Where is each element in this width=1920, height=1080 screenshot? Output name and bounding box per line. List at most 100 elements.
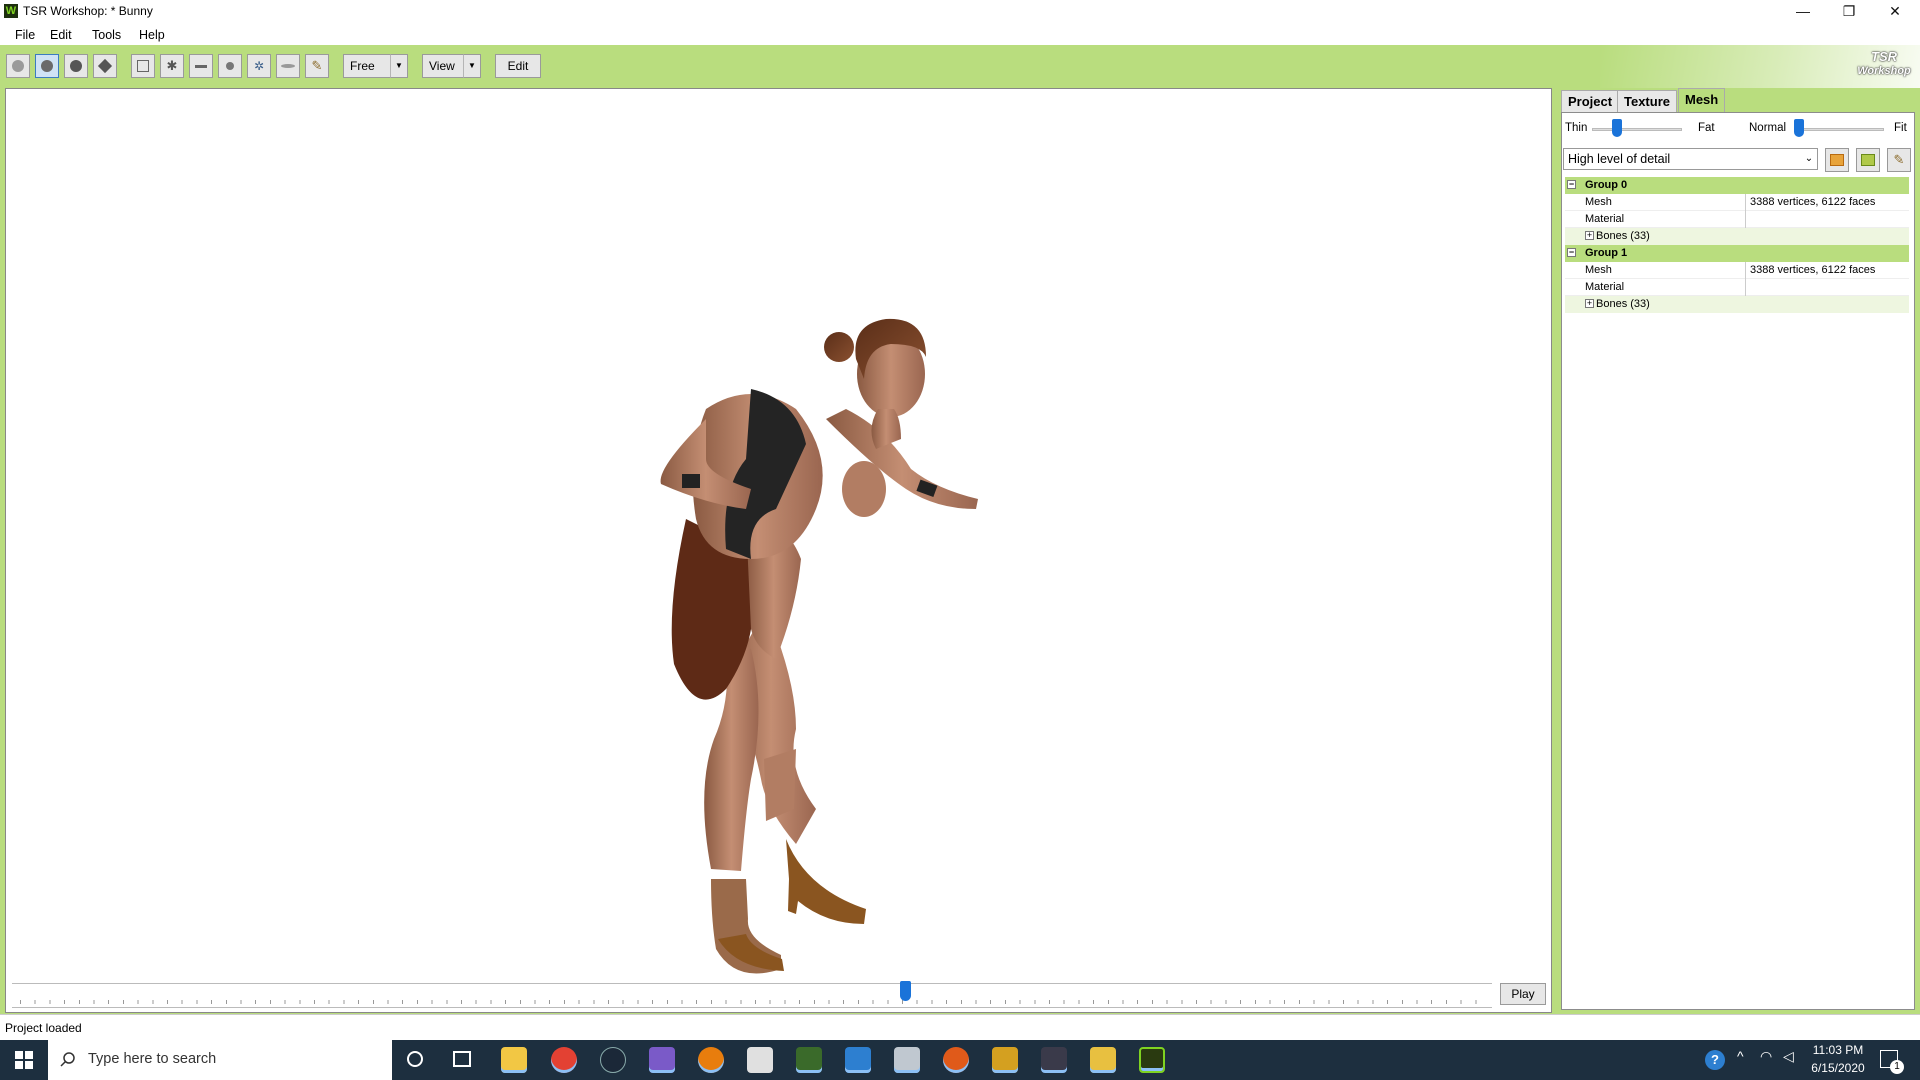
shading-smooth-button[interactable] — [35, 54, 59, 78]
tool-app-icon[interactable] — [894, 1047, 920, 1073]
3d-viewport[interactable] — [5, 88, 1552, 980]
property-row[interactable]: Mesh 3388 vertices, 6122 faces — [1565, 194, 1909, 211]
view-dropdown-arrow[interactable]: ▼ — [463, 54, 481, 78]
clock-date[interactable]: 6/15/2020 — [1803, 1061, 1873, 1075]
property-value — [1745, 211, 1909, 228]
property-value — [1745, 279, 1909, 296]
property-name: Mesh — [1585, 196, 1612, 208]
property-name: Material — [1585, 281, 1625, 293]
timeline-slider[interactable] — [12, 983, 1492, 1008]
bones-row[interactable]: + Bones (33) — [1565, 228, 1909, 245]
diamond-icon — [97, 58, 113, 74]
restore-button[interactable]: ❐ — [1826, 0, 1872, 22]
origin-icon[interactable] — [943, 1047, 969, 1073]
chevron-down-icon[interactable]: ⌄ — [1800, 148, 1818, 170]
sphere-flat-icon — [12, 60, 24, 72]
timeline-thumb[interactable] — [900, 981, 911, 1001]
photos-icon[interactable] — [845, 1047, 871, 1073]
property-row[interactable]: Material — [1565, 211, 1909, 228]
light-toggle-button[interactable] — [218, 54, 242, 78]
expand-icon[interactable]: + — [1585, 299, 1594, 308]
minimize-button[interactable]: — — [1780, 0, 1826, 22]
shield-app-icon[interactable] — [1041, 1047, 1067, 1073]
menu-edit[interactable]: Edit — [50, 28, 72, 42]
normal-fit-slider[interactable] — [1794, 128, 1884, 131]
clock-time[interactable]: 11:03 PM — [1808, 1043, 1868, 1057]
skeleton-toggle-button[interactable]: ✱ — [160, 54, 184, 78]
steam-icon[interactable] — [600, 1047, 626, 1073]
fit-label: Fit — [1894, 122, 1907, 134]
property-row[interactable]: Mesh 3388 vertices, 6122 faces — [1565, 262, 1909, 279]
shading-flat-button[interactable] — [6, 54, 30, 78]
cortana-icon[interactable] — [407, 1051, 423, 1067]
property-row[interactable]: Material — [1565, 279, 1909, 296]
group-header[interactable]: − Group 1 — [1565, 245, 1909, 262]
normal-fit-slider-thumb[interactable] — [1794, 119, 1804, 137]
play-button[interactable]: Play — [1500, 983, 1546, 1005]
menu-help[interactable]: Help — [139, 28, 165, 42]
camera-mode-dropdown[interactable]: Free — [343, 54, 391, 78]
pencil-icon: ✎ — [311, 58, 323, 73]
tab-texture[interactable]: Texture — [1617, 90, 1677, 112]
windows-icon — [15, 1051, 33, 1069]
bones-label: Bones (33) — [1596, 298, 1650, 310]
timeline-ticks — [20, 1000, 1490, 1004]
task-view-icon[interactable] — [453, 1051, 471, 1067]
export-mesh-button[interactable] — [1856, 148, 1880, 172]
bones-row[interactable]: + Bones (33) — [1565, 296, 1909, 313]
bones-toggle-button[interactable]: ✲ — [247, 54, 271, 78]
shading-textured-button[interactable] — [64, 54, 88, 78]
tool-button[interactable]: ✎ — [305, 54, 329, 78]
property-value: 3388 vertices, 6122 faces — [1745, 194, 1909, 211]
grid-toggle-button[interactable] — [131, 54, 155, 78]
menu-tools[interactable]: Tools — [92, 28, 121, 42]
title-bar — [0, 0, 1920, 22]
collapse-icon[interactable]: − — [1567, 180, 1576, 189]
thin-fat-slider-thumb[interactable] — [1612, 119, 1622, 137]
app-cube-icon[interactable] — [747, 1047, 773, 1073]
model-right-shoe — [786, 839, 866, 924]
thin-fat-slider[interactable] — [1592, 128, 1682, 131]
tab-project[interactable]: Project — [1561, 90, 1620, 112]
sphere-textured-icon — [70, 60, 82, 72]
floor-icon — [195, 64, 207, 68]
group-header[interactable]: − Group 0 — [1565, 177, 1909, 194]
shading-wire-button[interactable] — [93, 54, 117, 78]
network-icon[interactable]: ◠ — [1760, 1048, 1772, 1065]
import-mesh-button[interactable] — [1825, 148, 1849, 172]
tsr-workshop-taskbar-icon[interactable] — [1139, 1047, 1165, 1073]
edit-mesh-button[interactable]: ✎ — [1887, 148, 1911, 172]
bones-label: Bones (33) — [1596, 230, 1650, 242]
chevron-up-icon[interactable]: ^ — [1737, 1048, 1744, 1064]
close-button[interactable]: ✕ — [1872, 0, 1918, 22]
camera-mode-arrow[interactable]: ▼ — [390, 54, 408, 78]
import-icon — [1830, 154, 1844, 166]
tab-mesh[interactable]: Mesh — [1678, 88, 1726, 112]
group-name: Group 1 — [1585, 247, 1628, 259]
shadow-toggle-button[interactable] — [276, 54, 300, 78]
property-name: Mesh — [1585, 264, 1612, 276]
blender-icon[interactable] — [698, 1047, 724, 1073]
app-flag-icon[interactable] — [796, 1047, 822, 1073]
grid-icon — [137, 60, 149, 72]
volume-icon[interactable]: ◁ — [1783, 1048, 1794, 1065]
group-name: Group 0 — [1585, 179, 1628, 191]
folder-app-icon[interactable] — [1090, 1047, 1116, 1073]
chrome-icon[interactable] — [551, 1047, 577, 1073]
expand-icon[interactable]: + — [1585, 231, 1594, 240]
view-dropdown[interactable]: View — [422, 54, 464, 78]
help-icon[interactable]: ? — [1705, 1050, 1725, 1070]
file-explorer-icon[interactable] — [501, 1047, 527, 1073]
chat-app-icon[interactable] — [649, 1047, 675, 1073]
floor-toggle-button[interactable] — [189, 54, 213, 78]
lod-dropdown[interactable]: High level of detail — [1563, 148, 1818, 170]
sphere-smooth-icon — [41, 60, 53, 72]
edit-button[interactable]: Edit — [495, 54, 541, 78]
menu-file[interactable]: File — [15, 28, 35, 42]
start-button[interactable] — [0, 1040, 48, 1080]
export-icon — [1861, 154, 1875, 166]
bones-icon: ✲ — [253, 59, 265, 73]
archive-app-icon[interactable] — [992, 1047, 1018, 1073]
window-title: TSR Workshop: * Bunny — [23, 4, 153, 18]
collapse-icon[interactable]: − — [1567, 248, 1576, 257]
